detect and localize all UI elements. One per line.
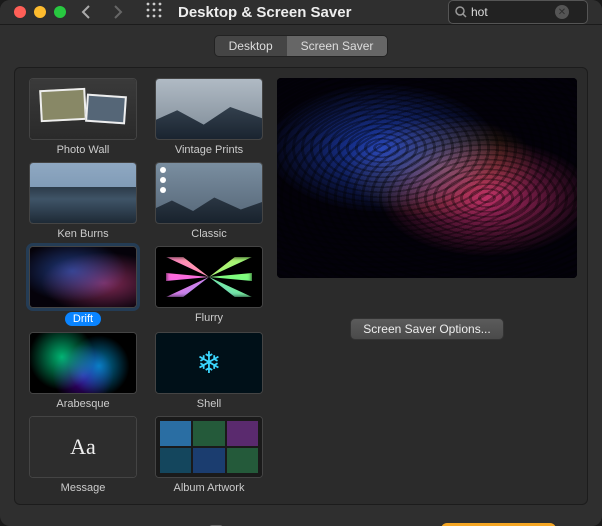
saver-flurry[interactable]: Flurry: [151, 246, 267, 326]
show-all-button[interactable]: [146, 2, 162, 23]
zoom-button[interactable]: [54, 6, 66, 18]
tab-row: Desktop Screen Saver: [14, 35, 588, 57]
saver-list[interactable]: Photo Wall Vintage Prints Ken Burns Clas…: [25, 78, 267, 494]
tab-screen-saver[interactable]: Screen Saver: [287, 36, 388, 56]
bottom-bar: Start after: 20 Minutes ▲▼ Show with clo…: [0, 513, 602, 526]
window-title: Desktop & Screen Saver: [178, 4, 351, 21]
saver-ken-burns[interactable]: Ken Burns: [25, 162, 141, 240]
screen-saver-panel: Photo Wall Vintage Prints Ken Burns Clas…: [14, 67, 588, 505]
preview-pane: Screen Saver Options...: [277, 78, 577, 494]
search-input[interactable]: [471, 5, 551, 19]
preferences-window: Desktop & Screen Saver ✕ Desktop Screen …: [0, 0, 602, 526]
forward-button[interactable]: [106, 0, 130, 24]
saver-arabesque[interactable]: Arabesque: [25, 332, 141, 410]
saver-album-artwork[interactable]: Album Artwork: [151, 416, 267, 494]
screen-saver-options-button[interactable]: Screen Saver Options...: [350, 318, 503, 340]
content-area: Desktop Screen Saver Photo Wall Vintage …: [0, 25, 602, 513]
tab-desktop[interactable]: Desktop: [215, 36, 287, 56]
search-icon: [455, 6, 467, 18]
clear-search-button[interactable]: ✕: [555, 5, 569, 19]
window-controls: [14, 6, 66, 18]
saver-classic[interactable]: Classic: [151, 162, 267, 240]
saver-shell[interactable]: Shell: [151, 332, 267, 410]
saver-drift[interactable]: Drift: [25, 246, 141, 326]
saver-vintage-prints[interactable]: Vintage Prints: [151, 78, 267, 156]
minimize-button[interactable]: [34, 6, 46, 18]
back-button[interactable]: [74, 0, 98, 24]
saver-preview: [277, 78, 577, 278]
close-button[interactable]: [14, 6, 26, 18]
titlebar: Desktop & Screen Saver ✕: [0, 0, 602, 25]
saver-message[interactable]: AaMessage: [25, 416, 141, 494]
saver-photo-wall[interactable]: Photo Wall: [25, 78, 141, 156]
search-field[interactable]: ✕: [448, 0, 588, 24]
